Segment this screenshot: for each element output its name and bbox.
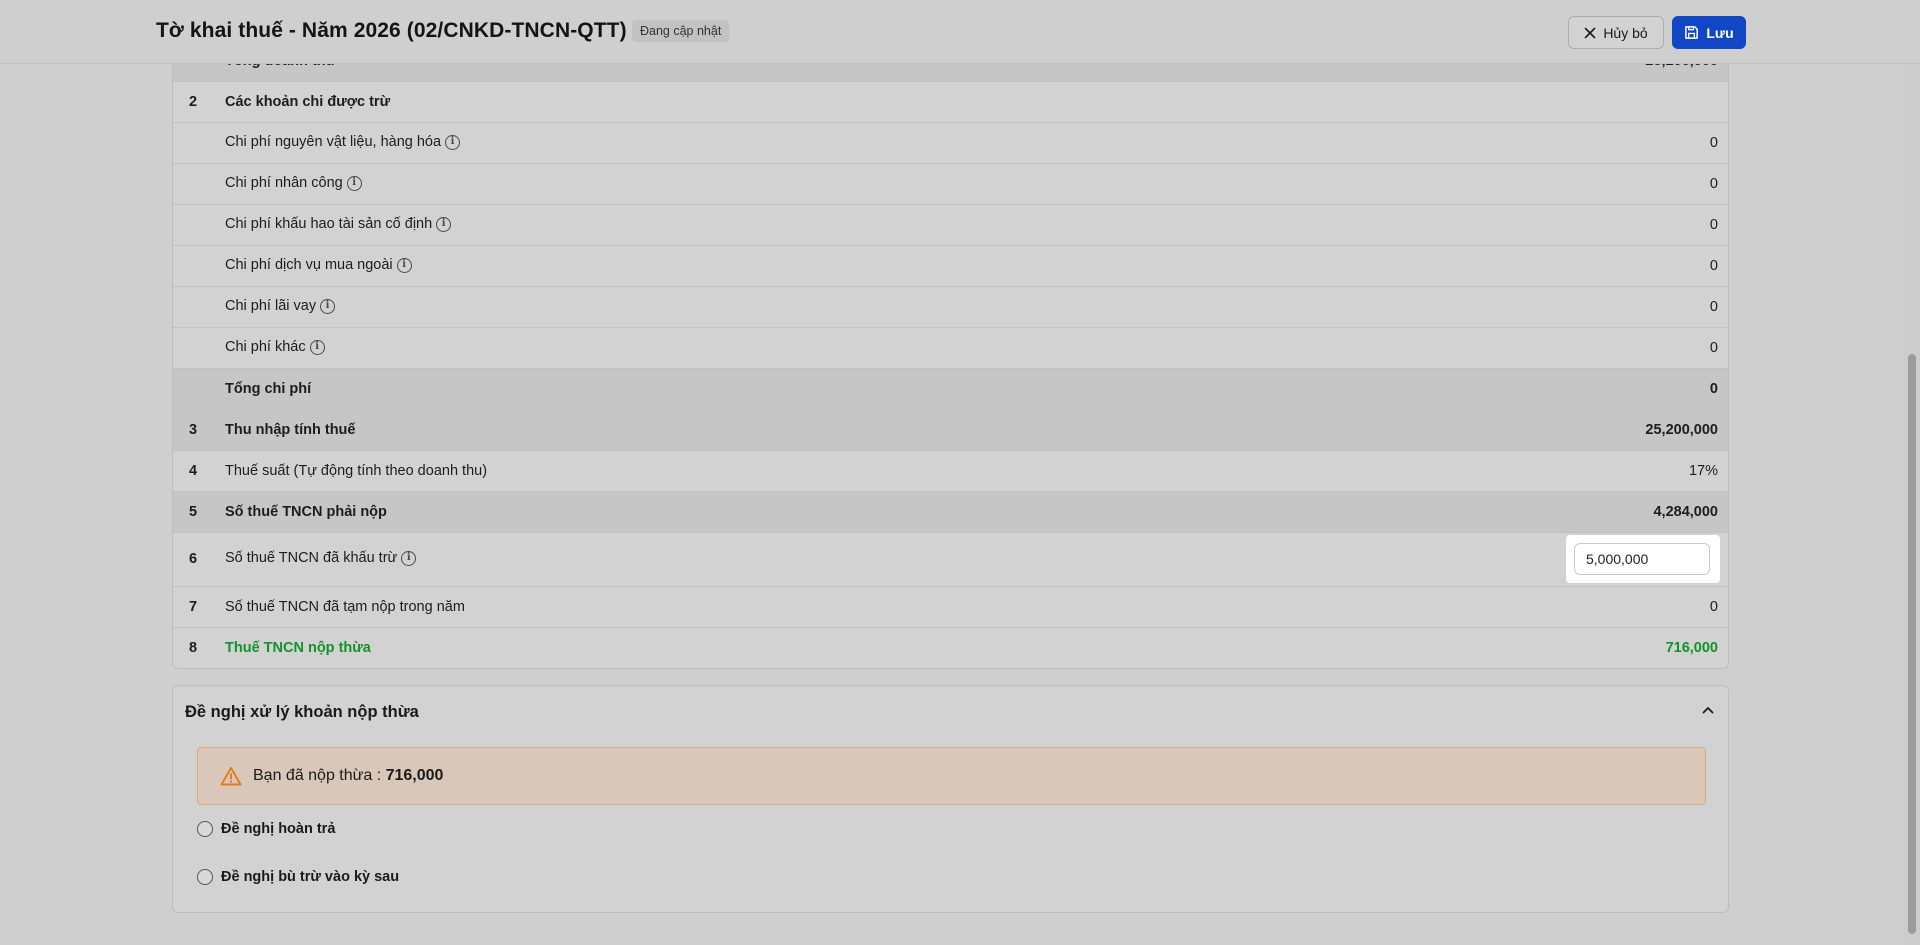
tax-declaration-table: Tổng doanh thu 25,200,000 2 Các khoản ch…	[172, 40, 1729, 669]
table-row: 2 Các khoản chi được trừ	[173, 82, 1728, 123]
section-title: Đề nghị xử lý khoản nộp thừa	[185, 703, 419, 721]
close-icon	[1584, 27, 1596, 39]
row-number: 4	[189, 463, 198, 479]
withheld-tax-input-wrap	[1566, 535, 1720, 583]
row-value: 0	[1709, 258, 1718, 274]
cancel-button[interactable]: Hủy bỏ	[1568, 16, 1664, 49]
row-value: 716,000	[1665, 640, 1718, 656]
withheld-tax-input[interactable]	[1574, 543, 1710, 575]
row-value: 0	[1709, 381, 1718, 397]
row-label: Tổng chi phí	[225, 381, 312, 397]
row-value: 25,200,000	[1645, 422, 1718, 438]
row-label-wrap: Chi phí khác i	[225, 339, 325, 355]
row-label: Thu nhập tính thuế	[225, 422, 356, 438]
row-label: Thuế TNCN nộp thừa	[225, 640, 371, 656]
radio-label: Đề nghị bù trừ vào kỳ sau	[221, 869, 400, 885]
row-number: 6	[189, 551, 198, 567]
row-label-wrap: Chi phí khấu hao tài sản cố định i	[225, 216, 452, 232]
row-label: Các khoản chi được trừ	[225, 94, 391, 110]
row-label: Số thuế TNCN đã tạm nộp trong năm	[225, 599, 465, 615]
table-row-overpaid: 8 Thuế TNCN nộp thừa 716,000	[173, 628, 1728, 668]
row-value: 0	[1709, 217, 1718, 233]
row-value: 17%	[1688, 463, 1718, 479]
row-label: Chi phí lãi vay	[225, 298, 317, 314]
overpaid-alert: Bạn đã nộp thừa : 716,000	[197, 747, 1706, 805]
row-label: Thuế suất (Tự động tính theo doanh thu)	[225, 463, 488, 479]
table-row: Chi phí khác i 0	[173, 328, 1728, 369]
table-row-total-expense: Tổng chi phí 0	[173, 369, 1728, 410]
info-icon[interactable]: i	[320, 298, 336, 314]
row-value: 0	[1709, 176, 1718, 192]
row-number: 5	[189, 504, 198, 520]
row-number: 3	[189, 422, 198, 438]
row-label-wrap: Chi phí nguyên vật liệu, hàng hóa i	[225, 134, 461, 150]
row-label: Chi phí khấu hao tài sản cố định	[225, 216, 433, 232]
radio-option-offset[interactable]: Đề nghị bù trừ vào kỳ sau	[197, 869, 399, 885]
table-row: Chi phí khấu hao tài sản cố định i 0	[173, 205, 1728, 246]
row-label: Chi phí dịch vụ mua ngoài	[225, 257, 393, 273]
row-value: 0	[1709, 599, 1718, 615]
row-value: 4,284,000	[1653, 504, 1718, 520]
table-row: Chi phí dịch vụ mua ngoài i 0	[173, 246, 1728, 287]
row-label: Số thuế TNCN đã khấu trừ	[225, 550, 398, 566]
row-label-wrap: Chi phí lãi vay i	[225, 298, 336, 314]
table-row: Chi phí nguyên vật liệu, hàng hóa i 0	[173, 123, 1728, 164]
row-label: Chi phí nguyên vật liệu, hàng hóa	[225, 134, 442, 150]
overpayment-proposal-section: Đề nghị xử lý khoản nộp thừa Bạn đã nộp …	[172, 685, 1729, 913]
row-value: 0	[1709, 135, 1718, 151]
info-icon[interactable]: i	[436, 216, 452, 232]
table-row: Chi phí nhân công i 0	[173, 164, 1728, 205]
scrollbar-thumb[interactable]	[1908, 354, 1916, 934]
alert-text: Bạn đã nộp thừa : 716,000	[253, 767, 443, 785]
table-row: 5 Số thuế TNCN phải nộp 4,284,000	[173, 492, 1728, 533]
radio-button[interactable]	[197, 821, 213, 837]
row-label: Chi phí khác	[225, 339, 306, 355]
row-number: 7	[189, 599, 198, 615]
save-icon	[1684, 25, 1699, 40]
alert-amount: 716,000	[385, 767, 444, 784]
row-value: 0	[1709, 340, 1718, 356]
table-row: Chi phí lãi vay i 0	[173, 287, 1728, 328]
page-title: Tờ khai thuế - Năm 2026 (02/CNKD-TNCN-QT…	[156, 19, 627, 42]
radio-label: Đề nghị hoàn trả	[221, 821, 336, 837]
row-number: 8	[189, 640, 198, 656]
row-label: Số thuế TNCN phải nộp	[225, 504, 387, 520]
info-icon[interactable]: i	[346, 175, 362, 191]
table-row: 3 Thu nhập tính thuế 25,200,000	[173, 410, 1728, 451]
row-number: 2	[189, 94, 198, 110]
info-icon[interactable]: i	[445, 134, 461, 150]
save-button-label: Lưu	[1706, 24, 1734, 41]
info-icon[interactable]: i	[401, 550, 417, 566]
radio-button[interactable]	[197, 869, 213, 885]
row-value: 0	[1709, 299, 1718, 315]
warning-icon	[220, 766, 242, 786]
row-label-wrap: Chi phí nhân công i	[225, 175, 362, 191]
row-label: Chi phí nhân công	[225, 175, 343, 191]
alert-prefix: Bạn đã nộp thừa :	[253, 767, 386, 784]
status-badge: Đang cập nhật	[632, 20, 730, 42]
row-label-wrap: Số thuế TNCN đã khấu trừ i	[225, 550, 417, 566]
table-row: 6 Số thuế TNCN đã khấu trừ i	[173, 533, 1728, 587]
chevron-up-icon[interactable]	[1700, 702, 1716, 718]
radio-option-refund[interactable]: Đề nghị hoàn trả	[197, 821, 335, 837]
table-row: 4 Thuế suất (Tự động tính theo doanh thu…	[173, 451, 1728, 492]
table-row: 7 Số thuế TNCN đã tạm nộp trong năm 0	[173, 587, 1728, 628]
save-button[interactable]: Lưu	[1672, 16, 1746, 49]
cancel-button-label: Hủy bỏ	[1603, 24, 1648, 41]
page-header: Tờ khai thuế - Năm 2026 (02/CNKD-TNCN-QT…	[0, 0, 1920, 64]
row-label-wrap: Chi phí dịch vụ mua ngoài i	[225, 257, 412, 273]
info-icon[interactable]: i	[396, 257, 412, 273]
info-icon[interactable]: i	[309, 339, 325, 355]
